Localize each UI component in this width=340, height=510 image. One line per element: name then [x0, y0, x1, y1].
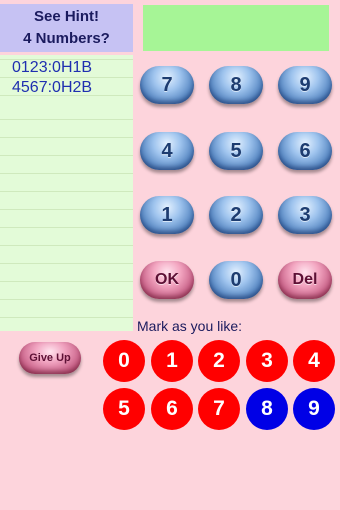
mark-8-toggle[interactable]: 8 — [246, 388, 288, 430]
mark-instructions: Mark as you like: — [137, 318, 243, 334]
mark-6-toggle[interactable]: 6 — [151, 388, 193, 430]
mark-5-toggle[interactable]: 5 — [103, 388, 145, 430]
mark-4-toggle[interactable]: 4 — [293, 340, 335, 382]
mark-0-toggle[interactable]: 0 — [103, 340, 145, 382]
history-entry: 0123:0H1B — [12, 59, 93, 76]
key-7-button[interactable]: 7 — [140, 66, 194, 104]
key-5-button[interactable]: 5 — [209, 132, 263, 170]
key-4-button[interactable]: 4 — [140, 132, 194, 170]
guess-display — [143, 5, 329, 51]
delete-button[interactable]: Del — [278, 261, 332, 299]
key-9-button[interactable]: 9 — [278, 66, 332, 104]
mark-7-toggle[interactable]: 7 — [198, 388, 240, 430]
key-0-button[interactable]: 0 — [209, 261, 263, 299]
history-entry: 4567:0H2B — [12, 79, 93, 96]
key-8-button[interactable]: 8 — [209, 66, 263, 104]
key-6-button[interactable]: 6 — [278, 132, 332, 170]
mark-9-toggle[interactable]: 9 — [293, 388, 335, 430]
key-1-button[interactable]: 1 — [140, 196, 194, 234]
ok-button[interactable]: OK — [140, 261, 194, 299]
mark-3-toggle[interactable]: 3 — [246, 340, 288, 382]
see-hint-button[interactable]: See Hint! 4 Numbers? — [0, 4, 133, 52]
hint-count-label: 4 Numbers? — [23, 30, 110, 47]
hint-label: See Hint! — [33, 8, 99, 25]
guess-history-list: 0123:0H1B 4567:0H2B — [0, 55, 133, 331]
mark-1-toggle[interactable]: 1 — [151, 340, 193, 382]
key-2-button[interactable]: 2 — [209, 196, 263, 234]
key-3-button[interactable]: 3 — [278, 196, 332, 234]
mark-2-toggle[interactable]: 2 — [198, 340, 240, 382]
give-up-button[interactable]: Give Up — [19, 342, 81, 374]
